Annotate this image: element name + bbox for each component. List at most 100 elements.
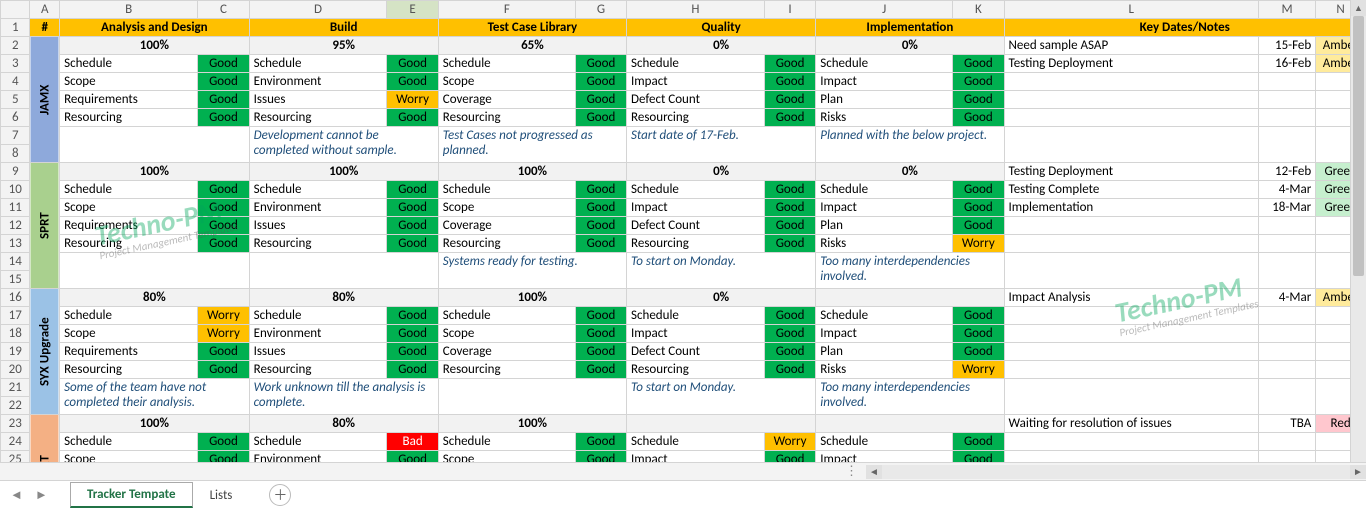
cell[interactable]	[1258, 253, 1315, 289]
header-cell[interactable]: K	[953, 1, 1004, 19]
status-cell[interactable]: Good	[953, 307, 1004, 325]
cell[interactable]: Impact	[627, 451, 765, 463]
cell[interactable]: 12-Feb	[1258, 163, 1315, 181]
cell[interactable]: Implementation	[816, 19, 1004, 37]
project-label[interactable]: JAMX	[30, 37, 60, 163]
project-label[interactable]: Rules XT	[30, 415, 60, 463]
status-cell[interactable]: Good	[198, 361, 249, 379]
note-cell[interactable]: Too many interdependencies involved.	[816, 253, 1004, 289]
cell[interactable]: Schedule	[60, 55, 198, 73]
status-cell[interactable]: Good	[953, 91, 1004, 109]
status-cell[interactable]: Good	[198, 217, 249, 235]
cell[interactable]: TBA	[1258, 415, 1315, 433]
cell[interactable]: 18-Mar	[1258, 199, 1315, 217]
header-cell[interactable]: 12	[1, 217, 30, 235]
cell[interactable]: Testing Deployment	[1004, 55, 1258, 73]
grid-area[interactable]: ABCDEFGHIJKLMN1#Analysis and DesignBuild…	[0, 0, 1366, 462]
cell[interactable]: Schedule	[816, 433, 953, 451]
status-cell[interactable]: Good	[953, 217, 1004, 235]
cell[interactable]: Scope	[60, 451, 198, 463]
cell[interactable]	[816, 415, 1004, 433]
cell[interactable]	[1258, 343, 1315, 361]
status-cell[interactable]: Good	[198, 451, 249, 463]
status-cell[interactable]: Good	[575, 451, 626, 463]
tab-next-icon[interactable]: ►	[35, 487, 48, 503]
status-cell[interactable]: Good	[953, 433, 1004, 451]
cell[interactable]: Defect Count	[627, 343, 765, 361]
scroll-right-button[interactable]: ►	[1350, 465, 1366, 479]
status-cell[interactable]: Good	[953, 55, 1004, 73]
status-cell[interactable]: Good	[198, 433, 249, 451]
note-cell[interactable]: Start date of 17-Feb.	[627, 127, 816, 163]
tab-prev-icon[interactable]: ◄	[10, 487, 23, 503]
project-label[interactable]: SPRT	[30, 163, 60, 289]
status-cell[interactable]: Good	[575, 55, 626, 73]
cell[interactable]	[1258, 451, 1315, 463]
header-cell[interactable]: H	[627, 1, 765, 19]
header-cell[interactable]: 14	[1, 253, 30, 271]
cell[interactable]: Plan	[816, 343, 953, 361]
cell[interactable]: Issues	[249, 91, 387, 109]
note-cell[interactable]	[438, 379, 626, 415]
status-cell[interactable]: Good	[575, 109, 626, 127]
cell[interactable]: Resourcing	[249, 235, 387, 253]
cell[interactable]: 100%	[249, 163, 438, 181]
status-cell[interactable]: Good	[575, 235, 626, 253]
cell[interactable]: Issues	[249, 343, 387, 361]
cell[interactable]	[1258, 217, 1315, 235]
cell[interactable]: Impact Analysis	[1004, 289, 1258, 307]
cell[interactable]: Test Case Library	[438, 19, 626, 37]
status-cell[interactable]: Good	[198, 343, 249, 361]
status-cell[interactable]: Good	[575, 343, 626, 361]
status-cell[interactable]: Good	[387, 325, 438, 343]
status-cell[interactable]: Good	[198, 91, 249, 109]
status-cell[interactable]: Good	[764, 91, 815, 109]
cell[interactable]: Implementation	[1004, 199, 1258, 217]
cell[interactable]: Key Dates/Notes	[1004, 19, 1365, 37]
status-cell[interactable]: Worry	[387, 91, 438, 109]
header-cell[interactable]: A	[30, 1, 60, 19]
cell[interactable]: Impact	[816, 451, 953, 463]
cell[interactable]: Need sample ASAP	[1004, 37, 1258, 55]
cell[interactable]	[1258, 235, 1315, 253]
cell[interactable]: 100%	[60, 37, 250, 55]
cell[interactable]	[1258, 73, 1315, 91]
header-cell[interactable]: C	[198, 1, 249, 19]
header-cell[interactable]: 20	[1, 361, 30, 379]
cell[interactable]: Risks	[816, 109, 953, 127]
cell[interactable]	[1004, 73, 1258, 91]
cell[interactable]: 15-Feb	[1258, 37, 1315, 55]
status-cell[interactable]: Good	[953, 199, 1004, 217]
status-cell[interactable]: Good	[764, 451, 815, 463]
cell[interactable]	[1258, 127, 1315, 163]
cell[interactable]: Schedule	[249, 433, 387, 451]
cell[interactable]	[1258, 433, 1315, 451]
header-cell[interactable]	[1, 1, 30, 19]
cell[interactable]: Environment	[249, 73, 387, 91]
cell[interactable]: Schedule	[438, 181, 575, 199]
cell[interactable]: Resourcing	[627, 109, 765, 127]
header-cell[interactable]: 1	[1, 19, 30, 37]
cell[interactable]: Build	[249, 19, 438, 37]
cell[interactable]: Resourcing	[60, 109, 198, 127]
cell[interactable]: 0%	[816, 37, 1004, 55]
status-cell[interactable]: Good	[387, 217, 438, 235]
cell[interactable]: Issues	[249, 217, 387, 235]
cell[interactable]: 0%	[816, 163, 1004, 181]
status-cell[interactable]: Good	[575, 325, 626, 343]
sheet-tab-lists[interactable]: Lists	[193, 483, 250, 507]
status-cell[interactable]: Worry	[953, 235, 1004, 253]
note-cell[interactable]	[60, 127, 250, 163]
scroll-left-button[interactable]: ◄	[866, 465, 882, 479]
status-cell[interactable]: Bad	[387, 433, 438, 451]
cell[interactable]: 100%	[438, 289, 626, 307]
cell[interactable]: Coverage	[438, 217, 575, 235]
note-cell[interactable]: Development cannot be completed without …	[249, 127, 438, 163]
note-cell[interactable]	[249, 253, 438, 289]
cell[interactable]	[1258, 361, 1315, 379]
cell[interactable]	[1004, 343, 1258, 361]
sheet-tab-tracker[interactable]: Tracker Tempate	[70, 482, 193, 508]
status-cell[interactable]: Good	[575, 217, 626, 235]
cell[interactable]: Quality	[627, 19, 816, 37]
status-cell[interactable]: Good	[198, 235, 249, 253]
